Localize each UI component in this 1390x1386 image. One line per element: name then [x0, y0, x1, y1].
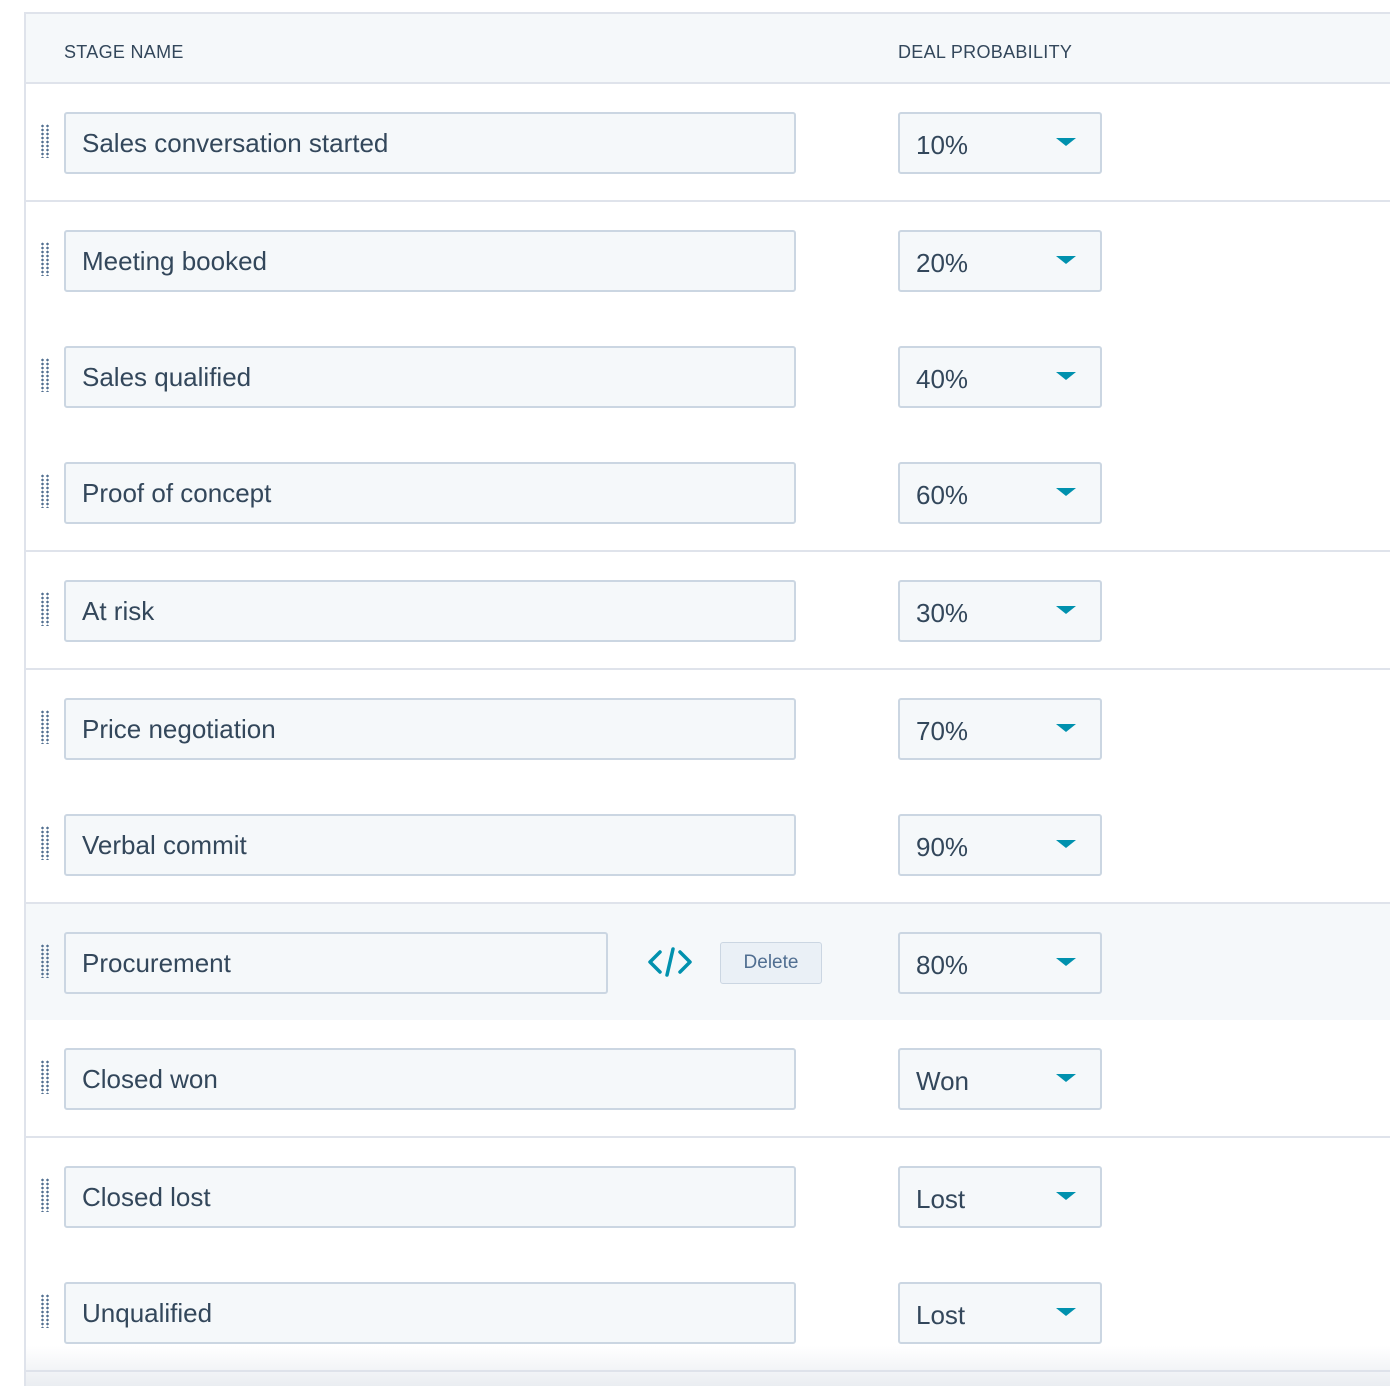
stage-name-input[interactable] [64, 230, 796, 292]
stage-name-input[interactable] [64, 346, 796, 408]
table-row: 70% [26, 670, 1390, 788]
deal-probability-select[interactable]: 20% [898, 230, 1102, 292]
deal-probability-value: Won [916, 1066, 969, 1096]
stage-name-input[interactable] [64, 462, 796, 524]
delete-button[interactable]: Delete [720, 942, 822, 984]
deal-probability-select[interactable]: 70% [898, 698, 1102, 760]
drag-handle-icon[interactable] [40, 1294, 50, 1328]
deal-probability-select[interactable]: Won [898, 1048, 1102, 1110]
table-row: 30% [26, 552, 1390, 670]
code-icon[interactable] [646, 944, 694, 980]
deal-probability-value: 70% [916, 716, 969, 746]
deal-probability-value: Lost [916, 1300, 966, 1330]
deal-stages-table: STAGE NAME DEAL PROBABILITY 10% 20% 40% [24, 12, 1390, 1386]
drag-handle-icon[interactable] [40, 710, 50, 744]
caret-down-icon [1056, 1308, 1076, 1316]
drag-handle-icon[interactable] [40, 474, 50, 508]
deal-probability-select[interactable]: 80% [898, 932, 1102, 994]
deal-probability-select[interactable]: 10% [898, 112, 1102, 174]
stage-name-header: STAGE NAME [64, 42, 184, 62]
caret-down-icon [1056, 606, 1076, 614]
table-row: 40% [26, 318, 1390, 436]
stage-name-input[interactable] [64, 1048, 796, 1110]
stage-name-input[interactable] [64, 112, 796, 174]
drag-handle-icon[interactable] [40, 1060, 50, 1094]
deal-probability-select[interactable]: 30% [898, 580, 1102, 642]
drag-handle-icon[interactable] [40, 826, 50, 860]
stage-name-input[interactable] [64, 1282, 796, 1344]
drag-handle-icon[interactable] [40, 1178, 50, 1212]
caret-down-icon [1056, 724, 1076, 732]
stage-name-input[interactable] [64, 698, 796, 760]
deal-probability-select[interactable]: 60% [898, 462, 1102, 524]
deal-probability-value: Lost [916, 1184, 966, 1214]
deal-probability-value: 10% [916, 130, 969, 160]
deal-probability-value: 60% [916, 480, 969, 510]
stage-name-input[interactable] [64, 932, 608, 994]
drag-handle-icon[interactable] [40, 944, 50, 978]
deal-probability-value: 40% [916, 364, 969, 394]
deal-probability-select[interactable]: 90% [898, 814, 1102, 876]
deal-probability-value: 90% [916, 832, 969, 862]
deal-probability-select[interactable]: Lost [898, 1282, 1102, 1344]
deal-probability-select[interactable]: Lost [898, 1166, 1102, 1228]
deal-probability-header: DEAL PROBABILITY [898, 42, 1073, 62]
caret-down-icon [1056, 488, 1076, 496]
table-row: 10% [26, 84, 1390, 202]
caret-down-icon [1056, 256, 1076, 264]
deal-probability-value: 80% [916, 950, 969, 980]
table-row: 20% [26, 202, 1390, 320]
drag-handle-icon[interactable] [40, 358, 50, 392]
caret-down-icon [1056, 1074, 1076, 1082]
table-row: Lost [26, 1138, 1390, 1256]
stage-name-input[interactable] [64, 1166, 796, 1228]
deal-probability-value: 20% [916, 248, 969, 278]
caret-down-icon [1056, 1192, 1076, 1200]
drag-handle-icon[interactable] [40, 592, 50, 626]
table-header: STAGE NAME DEAL PROBABILITY [26, 14, 1390, 84]
caret-down-icon [1056, 840, 1076, 848]
table-row: Lost [26, 1254, 1390, 1372]
deal-probability-select[interactable]: 40% [898, 346, 1102, 408]
drag-handle-icon[interactable] [40, 124, 50, 158]
stage-name-input[interactable] [64, 814, 796, 876]
table-row: 90% [26, 786, 1390, 904]
table-row: Won [26, 1020, 1390, 1138]
deal-probability-value: 30% [916, 598, 969, 628]
table-row: 60% [26, 434, 1390, 552]
caret-down-icon [1056, 372, 1076, 380]
stage-name-input[interactable] [64, 580, 796, 642]
table-row: Delete 80% [26, 904, 1390, 1022]
caret-down-icon [1056, 958, 1076, 966]
caret-down-icon [1056, 138, 1076, 146]
drag-handle-icon[interactable] [40, 242, 50, 276]
